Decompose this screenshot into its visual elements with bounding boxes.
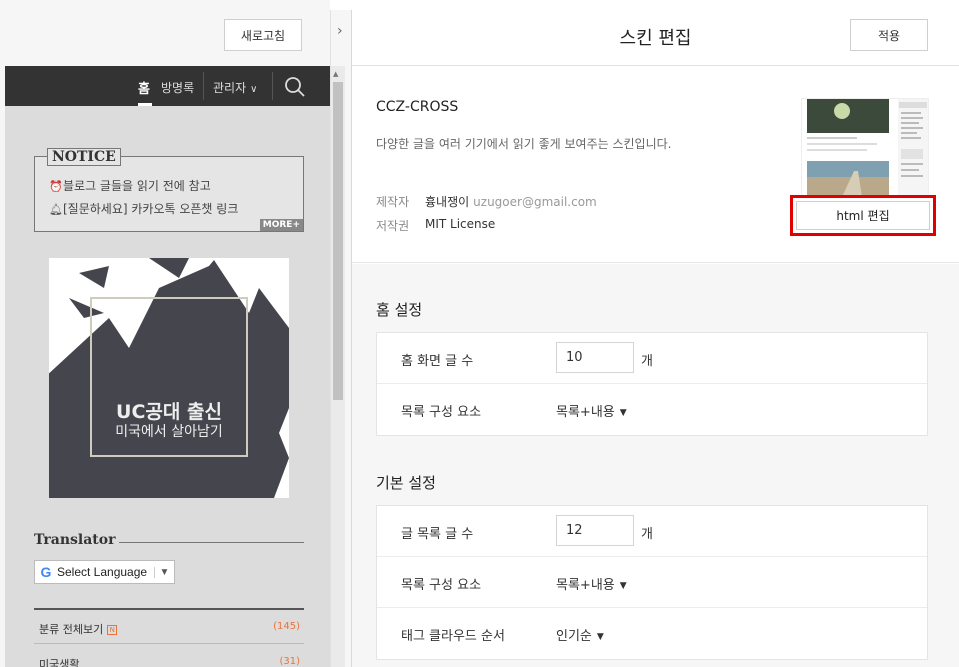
settings-area: 홈 설정 홈 화면 글 수 개 목록 구성 요소 목록+내용 ▼ 기본 설정 글 … [352, 264, 959, 667]
list-element-select[interactable]: 목록+내용 ▼ [556, 574, 627, 593]
category-name: 미국생활 [39, 658, 80, 667]
home-list-element-select[interactable]: 목록+내용 ▼ [556, 401, 627, 420]
language-select[interactable]: G Select Language ▼ [34, 560, 175, 584]
preview-toolbar: 새로고침 [0, 10, 330, 66]
panel-header: 스킨 편집 적용 [352, 10, 959, 66]
scroll-up-icon[interactable]: ▲ [333, 70, 338, 78]
select-value: 목록+내용 [556, 405, 615, 420]
nav-home-link[interactable]: 홈 [138, 78, 150, 97]
select-value: 목록+내용 [556, 578, 615, 593]
category-name: 분류 전체보기 [39, 623, 104, 636]
notice-title: NOTICE [47, 148, 121, 166]
translator-title: Translator [34, 532, 116, 548]
skin-description: 다양한 글을 여러 기기에서 읽기 좋게 보여주는 스킨입니다. [376, 137, 672, 151]
banner-title: UC공대 출신 [116, 401, 222, 423]
home-settings-title: 홈 설정 [376, 301, 423, 319]
category-count: (145) [273, 621, 300, 632]
basic-settings-card: 글 목록 글 수 개 목록 구성 요소 목록+내용 ▼ 태그 클라우드 순서 인기… [376, 505, 928, 660]
nav-guestbook-link[interactable]: 방명록 [161, 79, 194, 96]
settings-row: 글 목록 글 수 개 [377, 506, 927, 557]
license-value: MIT License [425, 217, 496, 231]
notice-item[interactable]: 🔔︎[질문하세요] 카카오톡 오픈챗 링크 [49, 200, 238, 217]
settings-row: 태그 클라우드 순서 인기순 ▼ [377, 608, 927, 659]
blog-nav-bar: 홈 방명록 관리자 ∨ [5, 66, 330, 106]
settings-row: 홈 화면 글 수 개 [377, 333, 927, 384]
language-select-label: Select Language [57, 565, 148, 579]
settings-row: 목록 구성 요소 목록+내용 ▼ [377, 384, 927, 435]
caret-down-icon: ▼ [619, 408, 627, 418]
skin-edit-panel: 스킨 편집 적용 CCZ-CROSS 다양한 글을 여러 기기에서 읽기 좋게 … [352, 0, 959, 667]
bell-icon: 🔔︎ [49, 203, 63, 216]
tag-cloud-order-select[interactable]: 인기순 ▼ [556, 625, 604, 644]
home-post-count-input[interactable] [556, 342, 634, 373]
dropdown-arrow-icon: ▼ [154, 566, 174, 578]
category-count: (31) [279, 656, 300, 667]
divider [119, 542, 304, 543]
caret-down-icon: ▼ [596, 632, 604, 642]
notice-item[interactable]: ⏰블로그 글들을 읽기 전에 참고 [49, 177, 211, 194]
author-label: 제작자 [376, 195, 410, 209]
alarm-icon: ⏰ [49, 180, 63, 193]
row-unit: 개 [641, 527, 653, 542]
category-item[interactable]: 미국생활 (31) [34, 645, 304, 667]
notice-item-label: 블로그 글들을 읽기 전에 참고 [63, 179, 211, 193]
home-settings-card: 홈 화면 글 수 개 목록 구성 요소 목록+내용 ▼ [376, 332, 928, 436]
row-label: 목록 구성 요소 [401, 405, 482, 420]
nav-admin-menu[interactable]: 관리자 ∨ [213, 79, 257, 96]
apply-button[interactable]: 적용 [850, 19, 928, 51]
search-icon[interactable] [284, 76, 306, 98]
blog-preview-pane: 새로고침 홈 방명록 관리자 ∨ NOTICE ⏰블로그 글들을 읽기 전에 참고… [0, 0, 330, 667]
chevron-right-icon: › [337, 23, 343, 39]
notice-widget: NOTICE ⏰블로그 글들을 읽기 전에 참고 🔔︎[질문하세요] 카카오톡 … [34, 148, 304, 232]
new-badge: N [107, 625, 118, 635]
refresh-button[interactable]: 새로고침 [224, 19, 302, 51]
nav-home-underline [138, 103, 152, 106]
blog-preview: 홈 방명록 관리자 ∨ NOTICE ⏰블로그 글들을 읽기 전에 참고 🔔︎[질… [5, 66, 330, 667]
html-edit-highlight: html 편집 [790, 195, 936, 236]
google-icon: G [40, 564, 52, 580]
scrollbar-thumb[interactable] [333, 82, 343, 400]
row-label: 홈 화면 글 수 [401, 354, 474, 369]
nav-divider [272, 72, 273, 100]
row-unit: 개 [641, 354, 653, 369]
row-label: 태그 클라우드 순서 [401, 629, 505, 644]
banner-graphic [49, 258, 289, 498]
more-link[interactable]: MORE+ [259, 219, 303, 231]
basic-settings-title: 기본 설정 [376, 474, 436, 492]
skin-info-section: CCZ-CROSS 다양한 글을 여러 기기에서 읽기 좋게 보여주는 스킨입니… [352, 67, 959, 263]
html-edit-button[interactable]: html 편집 [796, 201, 930, 230]
license-label: 저작권 [376, 219, 410, 233]
blog-banner-image[interactable]: UC공대 출신 미국에서 살아남기 [49, 258, 289, 498]
caret-down-icon: ▼ [619, 581, 627, 591]
row-label: 목록 구성 요소 [401, 578, 482, 593]
select-value: 인기순 [556, 629, 592, 644]
notice-item-label: [질문하세요] 카카오톡 오픈챗 링크 [63, 202, 239, 216]
settings-row: 목록 구성 요소 목록+내용 ▼ [377, 557, 927, 608]
nav-admin-label: 관리자 [213, 81, 247, 95]
banner-subtitle: 미국에서 살아남기 [115, 424, 223, 440]
chevron-down-icon: ∨ [250, 84, 258, 95]
skin-name: CCZ-CROSS [376, 99, 459, 115]
skin-thumbnail [801, 98, 929, 196]
author-name: 흉내쟁이 [425, 195, 470, 209]
author-value: 흉내쟁이 uzugoer@gmail.com [425, 193, 597, 210]
category-item[interactable]: 분류 전체보기 N (145) [34, 610, 304, 644]
row-label: 글 목록 글 수 [401, 527, 474, 542]
author-email: uzugoer@gmail.com [473, 195, 597, 209]
list-post-count-input[interactable] [556, 515, 634, 546]
nav-divider [203, 72, 204, 100]
